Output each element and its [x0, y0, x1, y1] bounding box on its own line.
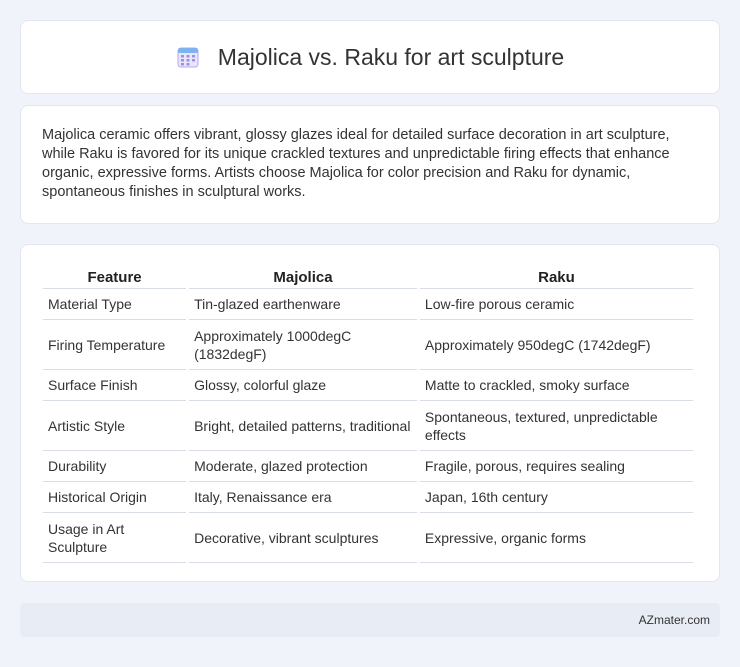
footer: AZmater.com	[20, 603, 720, 637]
table-cell: Durability	[43, 451, 187, 482]
comparison-table: Feature Majolica Raku Material Type Tin-…	[40, 265, 696, 563]
summary-text: Majolica ceramic offers vibrant, glossy …	[42, 127, 670, 200]
calendar-icon	[176, 45, 200, 69]
table-cell: Matte to crackled, smoky surface	[419, 370, 693, 401]
table-cell: Spontaneous, textured, unpredictable eff…	[419, 401, 693, 451]
page-title: Majolica vs. Raku for art sculpture	[217, 43, 565, 70]
table-header-row: Feature Majolica Raku	[43, 265, 693, 289]
header-raku: Raku	[419, 265, 693, 289]
table-cell: Firing Temperature	[43, 320, 187, 370]
table-cell: Moderate, glazed protection	[189, 451, 417, 482]
table-row: Durability Moderate, glazed protection F…	[43, 451, 693, 482]
table-cell: Surface Finish	[43, 370, 187, 401]
table-row: Surface Finish Glossy, colorful glaze Ma…	[43, 370, 693, 401]
table-cell: Bright, detailed patterns, traditional	[189, 401, 417, 451]
title-card: Majolica vs. Raku for art sculpture	[20, 20, 720, 94]
table-row: Usage in Art Sculpture Decorative, vibra…	[43, 513, 693, 563]
table-cell: Expressive, organic forms	[419, 513, 693, 563]
table-cell: Approximately 950degC (1742degF)	[419, 320, 693, 370]
header-majolica: Majolica	[189, 265, 417, 289]
table-cell: Fragile, porous, requires sealing	[419, 451, 693, 482]
table-cell: Decorative, vibrant sculptures	[189, 513, 417, 563]
table-cell: Material Type	[43, 289, 187, 320]
table-cell: Italy, Renaissance era	[189, 482, 417, 513]
header-feature: Feature	[43, 265, 187, 289]
summary-card: Majolica ceramic offers vibrant, glossy …	[20, 105, 720, 224]
footer-brand-link[interactable]: AZmater.com	[639, 613, 710, 627]
table-row: Historical Origin Italy, Renaissance era…	[43, 482, 693, 513]
table-cell: Tin-glazed earthenware	[189, 289, 417, 320]
table-cell: Usage in Art Sculpture	[43, 513, 187, 563]
table-cell: Japan, 16th century	[419, 482, 693, 513]
table-row: Material Type Tin-glazed earthenware Low…	[43, 289, 693, 320]
table-cell: Artistic Style	[43, 401, 187, 451]
comparison-table-card: Feature Majolica Raku Material Type Tin-…	[20, 244, 720, 582]
table-row: Firing Temperature Approximately 1000deg…	[43, 320, 693, 370]
table-cell: Historical Origin	[43, 482, 187, 513]
table-row: Artistic Style Bright, detailed patterns…	[43, 401, 693, 451]
table-cell: Approximately 1000degC (1832degF)	[189, 320, 417, 370]
table-cell: Low-fire porous ceramic	[419, 289, 693, 320]
table-cell: Glossy, colorful glaze	[189, 370, 417, 401]
